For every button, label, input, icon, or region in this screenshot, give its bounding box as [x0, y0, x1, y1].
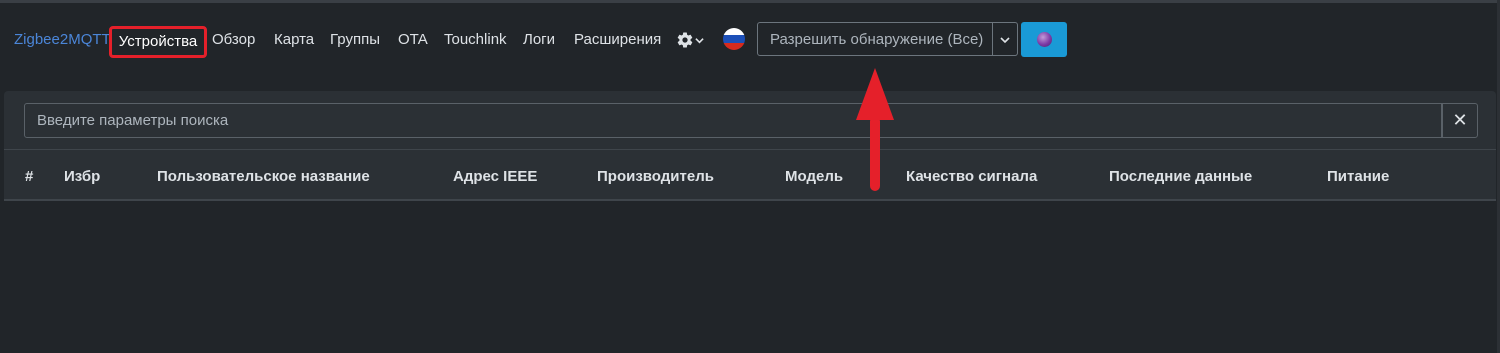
column-header-manufacturer[interactable]: Производитель — [597, 168, 714, 185]
brand-link[interactable]: Zigbee2MQTT — [14, 31, 111, 48]
nav-item-map[interactable]: Карта — [274, 31, 314, 48]
table-header-border — [4, 199, 1496, 201]
chevron-down-icon — [695, 38, 704, 44]
column-header-last-seen[interactable]: Последние данные — [1109, 168, 1252, 185]
chevron-down-icon — [1000, 37, 1010, 44]
permit-join-dropdown[interactable] — [993, 22, 1018, 56]
settings-dropdown[interactable] — [676, 30, 704, 50]
column-header-signal-quality[interactable]: Качество сигнала — [906, 168, 1037, 185]
window-top-border — [0, 0, 1500, 3]
top-navbar: Zigbee2MQTT Устройства Обзор Карта Групп… — [0, 20, 1500, 60]
column-header-favorite[interactable]: Избр — [64, 168, 100, 185]
nav-item-ota[interactable]: OTA — [398, 31, 428, 48]
close-icon: ✕ — [1452, 110, 1468, 130]
clear-search-button[interactable]: ✕ — [1442, 103, 1478, 138]
nav-item-groups[interactable]: Группы — [330, 31, 380, 48]
permit-join-toggle-button[interactable] — [1021, 22, 1067, 57]
column-header-ieee-address[interactable]: Адрес IEEE — [453, 168, 537, 185]
nav-item-logs[interactable]: Логи — [523, 31, 555, 48]
nav-item-touchlink[interactable]: Touchlink — [444, 31, 507, 48]
column-header-model[interactable]: Модель — [785, 168, 843, 185]
devices-card: Введите параметры поиска ✕ # Избр Пользо… — [4, 91, 1496, 201]
table-divider — [4, 149, 1496, 150]
nav-item-overview[interactable]: Обзор — [212, 31, 255, 48]
gear-icon — [677, 32, 693, 48]
permit-join-orb-icon — [1037, 32, 1052, 47]
search-input[interactable]: Введите параметры поиска — [24, 103, 1442, 138]
column-header-power[interactable]: Питание — [1327, 168, 1389, 185]
nav-item-devices[interactable]: Устройства — [109, 26, 207, 58]
russia-flag-icon[interactable] — [723, 28, 745, 50]
device-search: Введите параметры поиска ✕ — [24, 103, 1479, 138]
column-header-index[interactable]: # — [25, 168, 33, 185]
nav-item-extensions[interactable]: Расширения — [574, 31, 661, 48]
permit-join-button[interactable]: Разрешить обнаружение (Все) — [757, 22, 993, 56]
column-header-friendly-name[interactable]: Пользовательское название — [157, 168, 370, 185]
